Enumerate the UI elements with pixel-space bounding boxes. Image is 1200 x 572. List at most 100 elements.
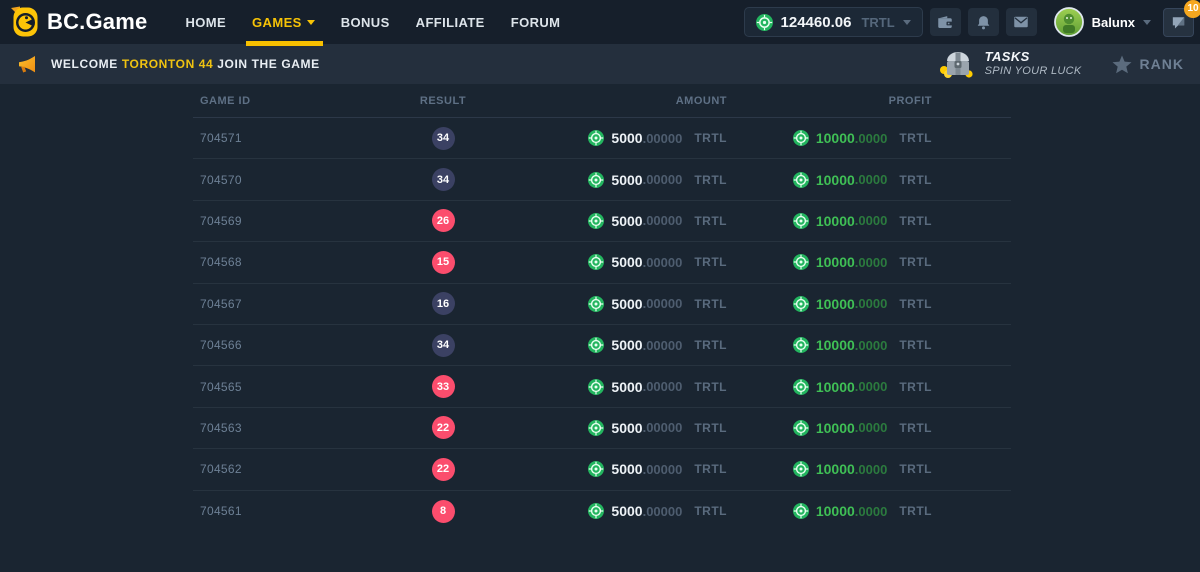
trtl-coin-icon xyxy=(793,420,809,436)
table-row[interactable]: 704563 22 5000.00000 TRTL 10000.0000 TRT… xyxy=(193,408,1011,449)
trtl-coin-icon xyxy=(588,296,604,312)
treasure-chest-icon xyxy=(939,49,975,79)
profit-integer: 10000 xyxy=(816,379,855,395)
table-row[interactable]: 704569 26 5000.00000 TRTL 10000.0000 TRT… xyxy=(193,201,1011,242)
profit-decimals: .0000 xyxy=(855,172,888,187)
profit-integer: 10000 xyxy=(816,172,855,188)
amount-cell: 5000.00000 TRTL xyxy=(493,254,727,270)
game-id: 704568 xyxy=(193,255,393,269)
table-row[interactable]: 704562 22 5000.00000 TRTL 10000.0000 TRT… xyxy=(193,449,1011,490)
banner-right: TASKS SPIN YOUR LUCK RANK xyxy=(939,49,1186,79)
wallet-button[interactable] xyxy=(930,8,961,36)
chevron-down-icon xyxy=(903,20,911,25)
game-id: 704570 xyxy=(193,173,393,187)
table-row[interactable]: 704565 33 5000.00000 TRTL 10000.0000 TRT… xyxy=(193,366,1011,407)
amount-decimals: .00000 xyxy=(643,338,683,353)
messages-button[interactable] xyxy=(1006,8,1037,36)
profit-decimals: .0000 xyxy=(855,213,888,228)
chat-button[interactable]: 10 xyxy=(1163,8,1194,37)
top-navbar: BC.Game HOME GAMES BONUS AFFILIATE FORUM… xyxy=(0,0,1200,44)
result-badge: 26 xyxy=(432,209,455,232)
bcgame-logo-icon xyxy=(8,6,39,39)
profit-integer: 10000 xyxy=(816,130,855,146)
megaphone-icon xyxy=(14,52,38,76)
profit-cell: 10000.0000 TRTL xyxy=(727,379,932,395)
nav-link-bonus[interactable]: BONUS xyxy=(341,0,390,44)
header-game-id: GAME ID xyxy=(193,95,393,107)
bell-icon xyxy=(975,14,992,31)
active-tab-underline xyxy=(246,41,323,46)
trtl-coin-icon xyxy=(793,254,809,270)
amount-integer: 5000 xyxy=(611,337,642,353)
nav-link-home[interactable]: HOME xyxy=(185,0,226,44)
tasks-link[interactable]: TASKS SPIN YOUR LUCK xyxy=(939,49,1082,79)
trtl-coin-icon xyxy=(793,379,809,395)
nav-link-forum[interactable]: FORUM xyxy=(511,0,561,44)
amount-integer: 5000 xyxy=(611,379,642,395)
game-id: 704565 xyxy=(193,380,393,394)
table-row[interactable]: 704568 15 5000.00000 TRTL 10000.0000 TRT… xyxy=(193,242,1011,283)
tasks-title: TASKS xyxy=(985,49,1082,65)
nav-link-affiliate[interactable]: AFFILIATE xyxy=(416,0,485,44)
amount-currency: TRTL xyxy=(694,421,727,435)
brand-name: BC.Game xyxy=(47,9,147,35)
balance-selector[interactable]: 124460.06 TRTL xyxy=(744,7,923,37)
amount-cell: 5000.00000 TRTL xyxy=(493,379,727,395)
amount-cell: 5000.00000 TRTL xyxy=(493,461,727,477)
profit-integer: 10000 xyxy=(816,337,855,353)
profit-currency: TRTL xyxy=(899,504,932,518)
amount-cell: 5000.00000 TRTL xyxy=(493,296,727,312)
trtl-coin-icon xyxy=(588,213,604,229)
trtl-coin-icon xyxy=(793,503,809,519)
trtl-coin-icon xyxy=(793,296,809,312)
brand-logo[interactable]: BC.Game xyxy=(8,6,147,39)
balance-amount: 124460.06 xyxy=(781,14,852,31)
table-row[interactable]: 704570 34 5000.00000 TRTL 10000.0000 TRT… xyxy=(193,159,1011,200)
user-menu[interactable]: Balunx xyxy=(1054,7,1151,37)
table-body: 704571 34 5000.00000 TRTL 10000.0000 TRT… xyxy=(193,118,1011,532)
result-badge: 33 xyxy=(432,375,455,398)
table-row[interactable]: 704561 8 5000.00000 TRTL 10000.0000 TRTL xyxy=(193,491,1011,532)
amount-integer: 5000 xyxy=(611,296,642,312)
profit-integer: 10000 xyxy=(816,461,855,477)
profit-cell: 10000.0000 TRTL xyxy=(727,254,932,270)
amount-decimals: .00000 xyxy=(643,255,683,270)
chevron-down-icon xyxy=(1143,20,1151,25)
wallet-icon xyxy=(936,13,954,31)
amount-integer: 5000 xyxy=(611,420,642,436)
amount-decimals: .00000 xyxy=(643,172,683,187)
trtl-coin-icon xyxy=(793,461,809,477)
table-row[interactable]: 704566 34 5000.00000 TRTL 10000.0000 TRT… xyxy=(193,325,1011,366)
amount-decimals: .00000 xyxy=(643,296,683,311)
nav-link-games[interactable]: GAMES xyxy=(252,0,315,44)
amount-currency: TRTL xyxy=(694,214,727,228)
amount-currency: TRTL xyxy=(694,504,727,518)
profit-decimals: .0000 xyxy=(855,379,888,394)
table-row[interactable]: 704571 34 5000.00000 TRTL 10000.0000 TRT… xyxy=(193,118,1011,159)
bets-table: GAME ID RESULT AMOUNT PROFIT 704571 34 5… xyxy=(193,84,1011,532)
result-badge: 34 xyxy=(432,334,455,357)
amount-decimals: .00000 xyxy=(643,462,683,477)
header-result: RESULT xyxy=(393,95,493,107)
profit-decimals: .0000 xyxy=(855,504,888,519)
profit-integer: 10000 xyxy=(816,503,855,519)
amount-decimals: .00000 xyxy=(643,379,683,394)
chat-unread-badge: 10 xyxy=(1184,0,1200,18)
profit-currency: TRTL xyxy=(899,131,932,145)
table-row[interactable]: 704567 16 5000.00000 TRTL 10000.0000 TRT… xyxy=(193,284,1011,325)
profit-currency: TRTL xyxy=(899,421,932,435)
profit-currency: TRTL xyxy=(899,462,932,476)
profit-cell: 10000.0000 TRTL xyxy=(727,503,932,519)
trtl-coin-icon xyxy=(588,172,604,188)
profit-decimals: .0000 xyxy=(855,420,888,435)
amount-integer: 5000 xyxy=(611,172,642,188)
profit-integer: 10000 xyxy=(816,420,855,436)
amount-currency: TRTL xyxy=(694,462,727,476)
star-icon xyxy=(1112,55,1132,74)
profit-cell: 10000.0000 TRTL xyxy=(727,130,932,146)
welcome-text: WELCOME TORONTON 44 JOIN THE GAME xyxy=(51,57,320,71)
rank-link[interactable]: RANK xyxy=(1112,55,1184,74)
result-badge: 34 xyxy=(432,168,455,191)
notifications-button[interactable] xyxy=(968,8,999,36)
result-badge: 16 xyxy=(432,292,455,315)
